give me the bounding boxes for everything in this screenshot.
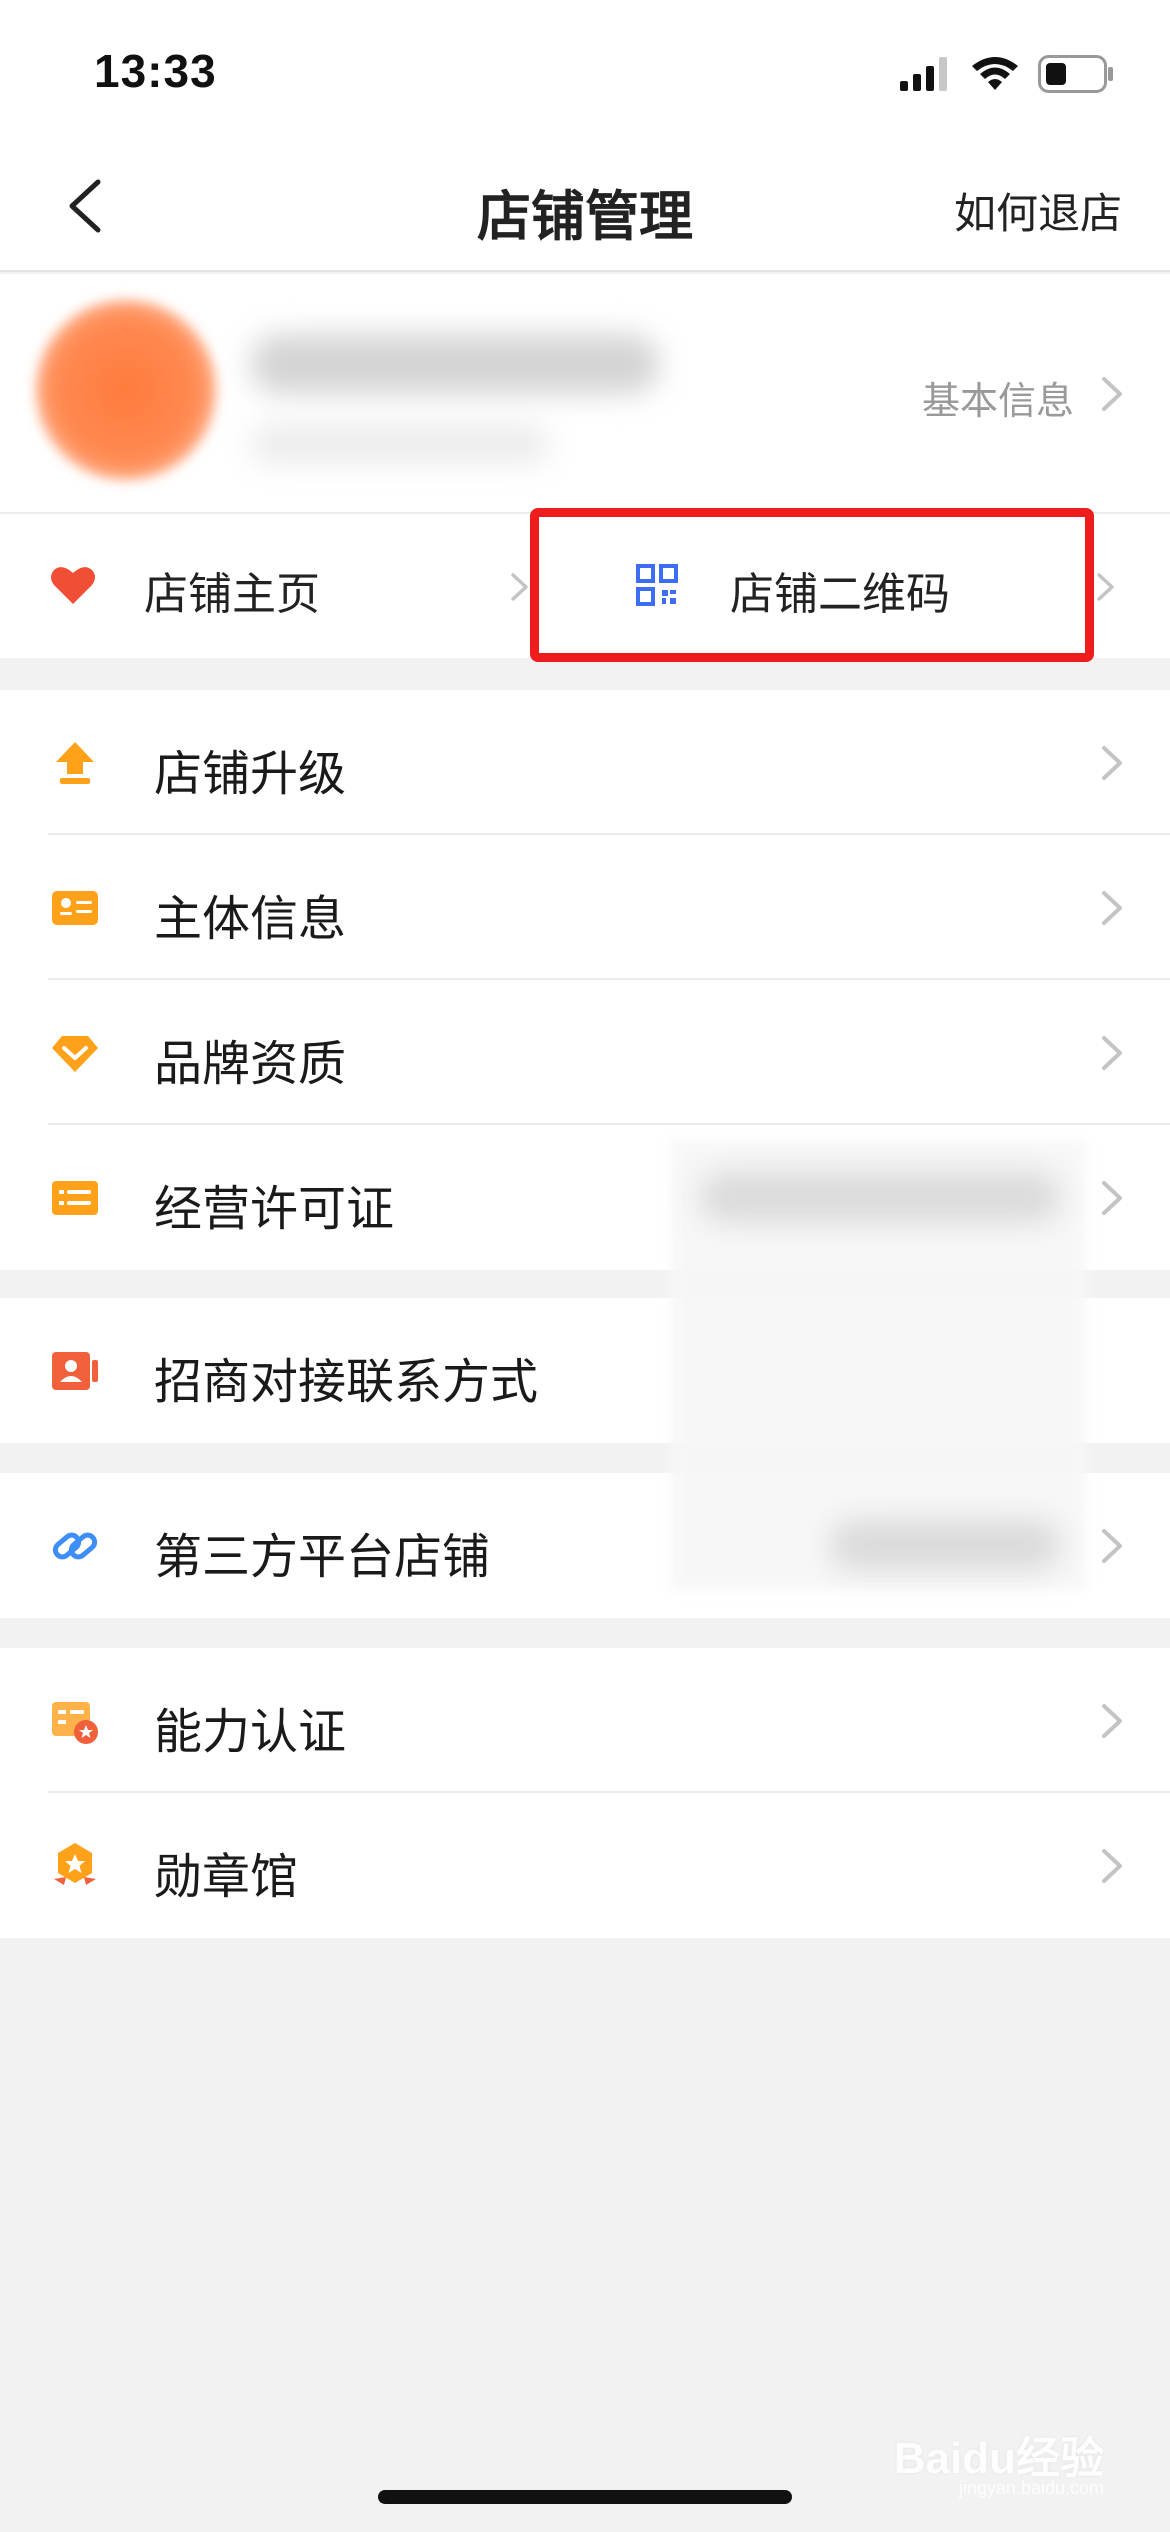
diamond-icon [52, 1036, 98, 1072]
basic-info-link[interactable]: 基本信息 [922, 370, 1074, 425]
id-card-icon [52, 891, 98, 925]
contact-icon [52, 1352, 98, 1390]
status-time: 13:33 [94, 45, 217, 97]
license-value-blurred [700, 1172, 1060, 1222]
link-icon [52, 1532, 98, 1560]
chevron-right-icon [1102, 1849, 1122, 1883]
list-item-label: 勋章馆 [154, 1851, 299, 1904]
chevron-right-icon [1102, 1181, 1122, 1215]
list-item-label: 品牌资质 [154, 1038, 347, 1091]
chevron-right-icon [1102, 1529, 1122, 1563]
list-item-label: 经营许可证 [154, 1183, 395, 1236]
list-item-store-upgrade[interactable]: 店铺升级 [0, 690, 1170, 835]
upgrade-arrow-icon [56, 742, 94, 784]
baidu-watermark-url: jingyan.baidu.com [958, 2478, 1104, 2498]
qrcode-highlight-box [530, 508, 1094, 662]
store-homepage-button[interactable]: 店铺主页 [0, 514, 540, 658]
baidu-watermark: Baidu经验 [893, 2434, 1104, 2483]
chevron-right-icon [511, 573, 528, 601]
store-subtitle-blurred [250, 424, 550, 464]
how-to-close-store-link[interactable]: 如何退店 [954, 180, 1122, 241]
wifi-icon [972, 57, 1018, 90]
nav-bar: 店铺管理 如何退店 [0, 140, 1170, 272]
chevron-right-icon [1102, 891, 1122, 925]
certificate-icon [52, 1702, 98, 1744]
status-bar: 13:33 [0, 0, 1170, 140]
list-item-label: 第三方平台店铺 [154, 1531, 491, 1584]
settings-section-4: 能力认证 勋章馆 [0, 1648, 1170, 1938]
status-icons [900, 54, 1114, 94]
chevron-right-icon [1102, 377, 1122, 411]
medal-icon [54, 1843, 96, 1885]
store-homepage-label: 店铺主页 [144, 570, 320, 619]
battery-icon [1038, 55, 1113, 93]
chevron-right-icon [1102, 1704, 1122, 1738]
store-name-blurred [250, 334, 660, 394]
list-item-entity-info[interactable]: 主体信息 [0, 835, 1170, 980]
license-icon [52, 1181, 98, 1215]
chevron-right-icon [1102, 1036, 1122, 1070]
list-item-label: 主体信息 [154, 893, 347, 946]
list-item-label: 能力认证 [154, 1706, 347, 1759]
signal-icon [900, 57, 947, 91]
third-party-value-blurred [830, 1520, 1060, 1570]
heart-icon [51, 567, 95, 604]
home-indicator[interactable] [378, 2490, 792, 2504]
list-item-capability-certification[interactable]: 能力认证 [0, 1648, 1170, 1793]
store-avatar [36, 300, 216, 480]
chevron-right-icon [1097, 573, 1114, 601]
list-item-label: 招商对接联系方式 [154, 1356, 539, 1409]
list-item-medal-hall[interactable]: 勋章馆 [0, 1793, 1170, 1938]
list-item-brand-qualification[interactable]: 品牌资质 [0, 980, 1170, 1125]
chevron-right-icon [1102, 746, 1122, 780]
list-item-label: 店铺升级 [154, 748, 347, 801]
